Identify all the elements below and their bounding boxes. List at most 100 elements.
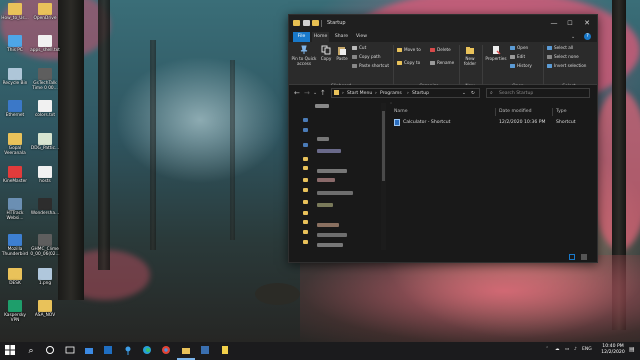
outlook-icon[interactable] (102, 345, 114, 357)
chevron-up-icon[interactable]: ˄ (546, 347, 548, 352)
onedrive-icon[interactable]: ☁ (555, 347, 560, 352)
chevron-down-icon[interactable]: ⌄ (571, 34, 575, 40)
desktop-icon[interactable]: Kaspersky VPN (0, 300, 30, 323)
minimize-button[interactable]: — (547, 18, 561, 29)
address-bar[interactable]: › Start Menu › Programs › Startup ⌄ ↻ (331, 88, 480, 98)
properties-icon[interactable] (303, 20, 310, 26)
copy-path-button[interactable]: Copy path (352, 54, 380, 59)
details-view-icon[interactable] (569, 254, 575, 260)
delete-button[interactable]: Delete (430, 47, 451, 52)
pin-icon[interactable] (122, 345, 134, 357)
navigation-scrollbar[interactable] (381, 103, 386, 250)
tab-file[interactable]: File (293, 32, 310, 42)
nav-item[interactable] (317, 137, 329, 141)
properties-button[interactable]: Properties (484, 45, 508, 61)
maximize-button[interactable]: ☐ (563, 18, 577, 29)
paste-shortcut-button[interactable]: Paste shortcut (352, 63, 389, 68)
new-folder-icon[interactable] (312, 20, 319, 26)
new-folder-button[interactable]: New folder (461, 45, 479, 66)
desktop-icon[interactable]: HTTrack Websi... (0, 198, 30, 221)
desktop-icon[interactable]: OpenDrive (30, 3, 60, 21)
desktop-icon[interactable]: This PC (0, 35, 30, 53)
tab-home[interactable]: Home (312, 32, 329, 42)
recent-locations-icon[interactable]: ⌄ (313, 89, 317, 97)
nav-item[interactable] (317, 191, 353, 195)
nav-item[interactable] (317, 233, 347, 237)
chrome-icon[interactable] (160, 345, 172, 357)
desktop-icon[interactable]: How_to_Us... (0, 3, 30, 21)
file-explorer-taskbar-icon[interactable] (180, 345, 192, 357)
history-button[interactable]: History (510, 63, 532, 68)
desktop-icon[interactable]: DDG_Pattic... (30, 133, 60, 151)
nav-item[interactable] (303, 240, 308, 244)
desktop-icon[interactable]: GHMC_Clime 0_00_06(02... (30, 234, 60, 257)
desktop-icon[interactable]: Mozilla Thunderbird (0, 234, 30, 257)
desktop-icon[interactable]: 1.png (30, 268, 60, 286)
scrollbar-thumb[interactable] (382, 111, 385, 181)
cortana-icon[interactable] (44, 345, 56, 357)
edit-button[interactable]: Edit (510, 54, 525, 59)
breadcrumb-start-menu[interactable]: Start Menu (347, 90, 372, 97)
nav-item[interactable] (303, 230, 308, 234)
cut-button[interactable]: Cut (352, 45, 366, 50)
copy-to-button[interactable]: Copy to (397, 60, 420, 65)
nav-item[interactable] (317, 169, 347, 173)
column-header-name[interactable]: Name (394, 109, 408, 114)
nav-item[interactable] (317, 223, 339, 227)
nav-item[interactable] (317, 149, 341, 153)
open-button[interactable]: Open (510, 45, 528, 50)
nav-item[interactable] (303, 220, 308, 224)
desktop-icon[interactable]: ASA_NOV (30, 300, 60, 318)
forward-arrow-icon[interactable]: → (304, 89, 310, 97)
edge-icon[interactable] (141, 345, 153, 357)
notes-icon[interactable] (219, 345, 231, 357)
volume-icon[interactable]: ♪ (574, 347, 577, 352)
breadcrumb-programs[interactable]: Programs (380, 90, 402, 97)
desktop-icon[interactable]: Ethernet (0, 100, 30, 118)
task-view-icon[interactable] (64, 345, 76, 357)
app-icon[interactable] (199, 345, 211, 357)
desktop-icon[interactable]: colors.txt (30, 100, 60, 118)
invert-selection-button[interactable]: Invert selection (547, 63, 586, 68)
nav-item[interactable] (303, 200, 308, 204)
nav-item[interactable] (315, 104, 329, 108)
search-icon[interactable]: ⌕ (25, 345, 37, 357)
nav-item[interactable] (317, 243, 343, 247)
nav-item[interactable] (303, 166, 308, 170)
nav-item[interactable] (303, 188, 308, 192)
nav-item[interactable] (303, 143, 308, 147)
desktop-icon[interactable]: apps_shell.txt (30, 35, 60, 53)
back-arrow-icon[interactable]: ← (294, 89, 300, 97)
desktop-icon[interactable]: DESK (0, 268, 30, 286)
navigation-pane[interactable] (295, 103, 385, 250)
help-icon[interactable]: ? (584, 33, 591, 40)
start-button[interactable] (4, 345, 16, 357)
desktop-icon[interactable]: Gopal Veeranala (0, 133, 30, 156)
large-icons-view-icon[interactable] (581, 254, 587, 260)
system-clock[interactable]: 10:40 PM 12/2/2020 (598, 344, 628, 356)
column-header-date[interactable]: Date modified (499, 109, 532, 114)
nav-item[interactable] (317, 203, 333, 207)
copy-button[interactable]: Copy (319, 45, 333, 61)
column-divider[interactable] (552, 108, 553, 116)
notification-icon[interactable]: ▤ (629, 346, 635, 353)
nav-item[interactable] (303, 128, 308, 132)
desktop-icon[interactable]: Recycle Bin (0, 68, 30, 86)
pin-quick-access-button[interactable]: Pin to Quick access (291, 45, 317, 66)
file-row[interactable]: Calculator - Shortcut 12/2/2020 10:36 PM… (390, 119, 590, 127)
nav-item[interactable] (317, 178, 335, 182)
paste-button[interactable]: Paste (335, 45, 349, 61)
desktop-icon[interactable]: GsTechTalk Time 0 00... (30, 68, 60, 91)
nav-item[interactable] (303, 211, 308, 215)
refresh-icon[interactable]: ↻ (471, 90, 475, 97)
tab-share[interactable]: Share (333, 32, 350, 42)
battery-icon[interactable]: ▭ (565, 347, 569, 352)
desktop-icon[interactable]: hosts (30, 166, 60, 184)
language-indicator[interactable]: ENG (582, 347, 592, 352)
close-button[interactable]: ✕ (580, 18, 594, 29)
desktop-icon[interactable]: Wondersha... (30, 198, 60, 216)
nav-item[interactable] (303, 178, 308, 182)
tab-view[interactable]: View (353, 32, 370, 42)
desktop-icon[interactable]: KineMaster (0, 166, 30, 184)
nav-item[interactable] (303, 118, 308, 122)
